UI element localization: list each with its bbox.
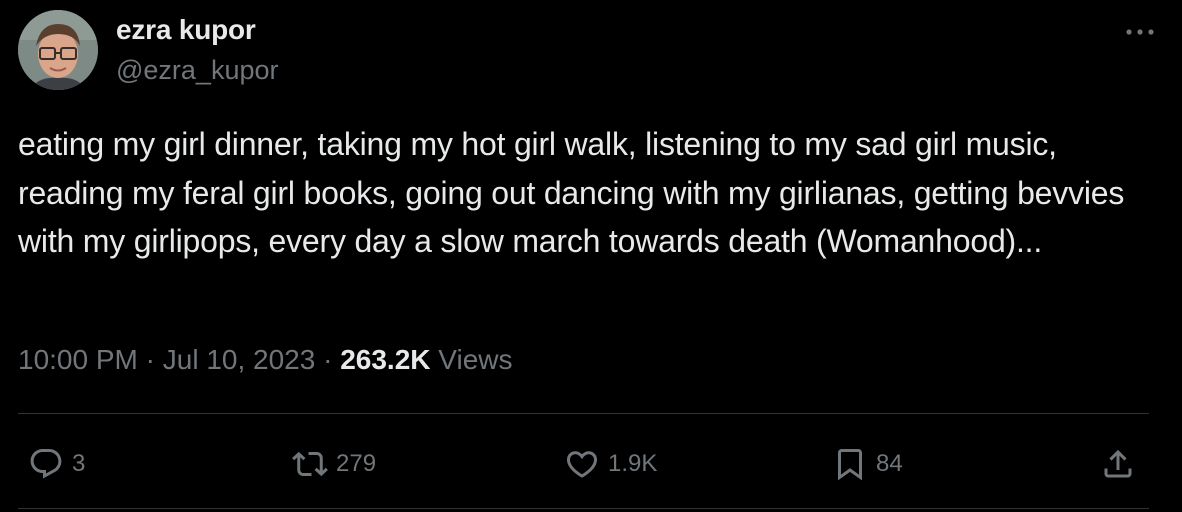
meta-separator: · (315, 344, 341, 375)
retweet-count: 279 (336, 450, 377, 477)
views-count[interactable]: 263.2K (340, 344, 430, 375)
more-button[interactable] (1122, 18, 1158, 46)
reply-icon (26, 444, 66, 484)
meta-separator: · (137, 344, 163, 375)
retweet-icon (290, 444, 330, 484)
views-label[interactable]: Views (438, 344, 512, 375)
reply-button[interactable]: 3 (26, 440, 85, 488)
like-count: 1.9K (608, 450, 658, 477)
avatar[interactable] (18, 10, 98, 90)
bookmark-icon (830, 444, 870, 484)
author-info: ezra kupor @ezra_kupor (116, 12, 279, 88)
handle[interactable]: @ezra_kupor (116, 52, 279, 88)
tweet-time[interactable]: 10:00 PM (18, 344, 138, 375)
tweet: ezra kupor @ezra_kupor eating my girl di… (0, 0, 1182, 512)
display-name[interactable]: ezra kupor (116, 12, 279, 48)
like-button[interactable]: 1.9K (562, 440, 657, 488)
bookmark-button[interactable]: 84 (830, 440, 903, 488)
retweet-button[interactable]: 279 (290, 440, 376, 488)
bookmark-count: 84 (876, 450, 903, 477)
heart-icon (562, 444, 602, 484)
more-horizontal-icon (1126, 29, 1154, 35)
avatar-image (18, 10, 98, 90)
tweet-text: eating my girl dinner, taking my hot gir… (18, 126, 1125, 259)
tweet-meta: 10:00 PM · Jul 10, 2023 · 263.2K Views (18, 342, 512, 378)
bottom-divider (18, 508, 1149, 509)
divider (18, 413, 1149, 414)
share-icon (1098, 444, 1138, 484)
reply-count: 3 (72, 450, 86, 477)
action-bar: 3 279 1.9K 84 (0, 440, 1182, 488)
tweet-date[interactable]: Jul 10, 2023 (163, 344, 316, 375)
share-button[interactable] (1098, 440, 1138, 488)
